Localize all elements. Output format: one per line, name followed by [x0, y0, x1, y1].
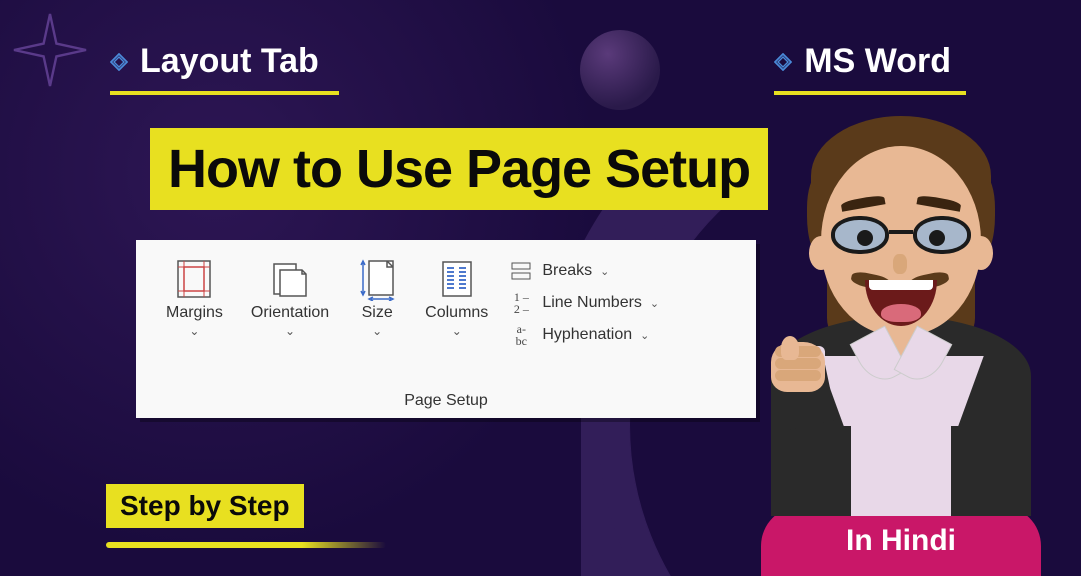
decorative-sphere — [580, 30, 660, 110]
breaks-icon — [508, 260, 534, 282]
size-label: Size — [362, 304, 393, 322]
tag-underline — [110, 91, 339, 95]
in-hindi-badge: In Hindi — [761, 506, 1041, 576]
columns-icon — [437, 258, 477, 300]
chevron-down-icon: ⌄ — [650, 297, 659, 310]
sparkle-icon — [10, 10, 90, 90]
columns-button[interactable]: Columns ⌄ — [411, 252, 502, 338]
size-icon — [357, 258, 397, 300]
hero-title: How to Use Page Setup — [150, 128, 768, 210]
margins-icon — [174, 258, 214, 300]
size-button[interactable]: Size ⌄ — [343, 252, 411, 338]
bullet-icon — [774, 53, 792, 71]
chevron-down-icon: ⌄ — [189, 324, 199, 338]
orientation-label: Orientation — [251, 304, 329, 322]
orientation-icon — [270, 258, 310, 300]
ribbon-page-setup-group: Margins ⌄ Orientation ⌄ — [136, 240, 756, 418]
line-numbers-icon: 1 –2 – — [508, 292, 534, 314]
hyphenation-icon: a-bc — [508, 324, 534, 346]
character-illustration — [751, 86, 1051, 516]
tag-layout-tab: Layout Tab — [110, 42, 319, 81]
orientation-button[interactable]: Orientation ⌄ — [237, 252, 343, 338]
ribbon-group-label: Page Setup — [136, 392, 756, 410]
hyphenation-button[interactable]: a-bc Hyphenation ⌄ — [508, 324, 659, 346]
margins-label: Margins — [166, 304, 223, 322]
step-by-step-badge: Step by Step — [106, 484, 304, 528]
breaks-button[interactable]: Breaks ⌄ — [508, 260, 659, 282]
hyphenation-label: Hyphenation — [542, 326, 632, 344]
chevron-down-icon: ⌄ — [640, 329, 649, 342]
chevron-down-icon: ⌄ — [372, 324, 382, 338]
columns-label: Columns — [425, 304, 488, 322]
line-numbers-label: Line Numbers — [542, 294, 642, 312]
margins-button[interactable]: Margins ⌄ — [152, 252, 237, 338]
chevron-down-icon: ⌄ — [452, 324, 462, 338]
tag-left-label: Layout Tab — [140, 42, 319, 81]
chevron-down-icon: ⌄ — [285, 324, 295, 338]
bullet-icon — [110, 53, 128, 71]
step-underline — [106, 542, 386, 548]
tag-ms-word: MS Word — [774, 42, 951, 81]
tag-right-label: MS Word — [804, 42, 951, 81]
chevron-down-icon: ⌄ — [600, 265, 609, 278]
breaks-label: Breaks — [542, 262, 592, 280]
line-numbers-button[interactable]: 1 –2 – Line Numbers ⌄ — [508, 292, 659, 314]
